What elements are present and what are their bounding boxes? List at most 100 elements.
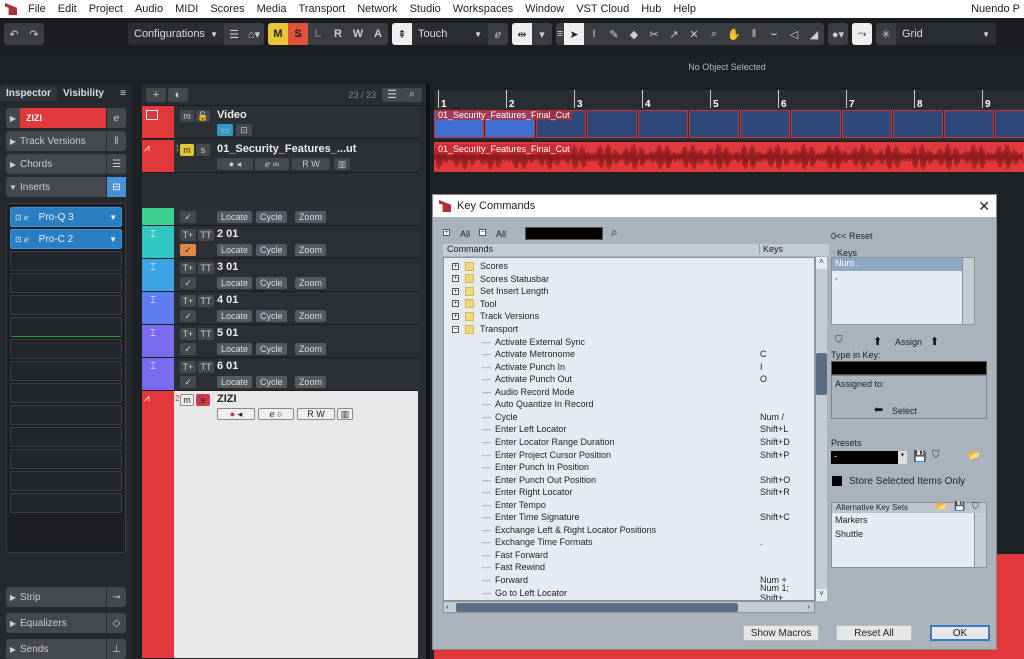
menu-project[interactable]: Project (83, 3, 129, 15)
expand-icon[interactable]: + (452, 300, 459, 308)
scroll-down-icon[interactable]: ˅ (816, 589, 827, 601)
command-item[interactable]: — Activate External Sync (444, 335, 814, 348)
read-write-buttons[interactable]: R W (297, 408, 335, 420)
checkmark-icon[interactable]: ✓ (180, 343, 196, 355)
insert-slot-empty[interactable] (10, 251, 122, 271)
track-name[interactable]: 3 01 (217, 261, 238, 273)
snap-type-dropdown[interactable]: Grid ▼ (896, 23, 996, 45)
save-icon[interactable]: 💾 (913, 450, 927, 463)
track-video[interactable]: m 🔓 Video ▭ ⊡ (142, 106, 418, 139)
section-sends[interactable]: ▶ Sends ⊥ (6, 639, 126, 659)
command-item[interactable]: — Enter Time Signature Shift+C (444, 511, 814, 524)
command-item[interactable]: — Forward Num + (444, 574, 814, 587)
add-marker-icon[interactable]: T+ (180, 361, 196, 373)
object-selection-tool-icon[interactable]: ➤ (564, 23, 584, 45)
line-tool-icon[interactable]: ⌣ (764, 23, 784, 45)
command-folder[interactable]: − Transport (444, 323, 814, 336)
section-inserts[interactable]: ▼ Inserts ⊟ (6, 177, 126, 197)
menu-icon[interactable]: ≡ (120, 88, 126, 99)
draw-tool-icon[interactable]: ✎ (604, 23, 624, 45)
command-item[interactable]: — Exchange Time Formats. (444, 536, 814, 549)
menu-edit[interactable]: Edit (52, 3, 83, 15)
zoom-button[interactable]: Zoom (295, 376, 327, 388)
undo-icon[interactable]: ↶ (4, 23, 24, 45)
scroll-left-icon[interactable]: ‹ (446, 602, 449, 611)
track-audio-1[interactable]: ⩘ 1 m s 01_Security_Features_...ut ● ◂ ℯ… (142, 140, 418, 173)
zoom-button[interactable]: Zoom (295, 244, 327, 256)
lock-icon[interactable]: 🔓 (196, 110, 210, 122)
comp-tool-icon[interactable]: ‖ (744, 23, 764, 45)
add-marker-icon[interactable]: T+ (180, 295, 196, 307)
insert-slot-empty[interactable] (10, 405, 122, 425)
add-marker-icon[interactable]: T+ (180, 262, 196, 274)
alt-key-set-item[interactable]: Shuttle (832, 527, 986, 541)
cycle-button[interactable]: Cycle (256, 211, 287, 223)
automation-mode-dropdown[interactable]: Touch ▼ (412, 23, 488, 45)
collapse-icon[interactable]: − (452, 325, 459, 333)
inspector-track-name[interactable]: ZIZI (20, 108, 106, 128)
zoom-button[interactable]: Zoom (295, 211, 327, 223)
show-macros-button[interactable]: Show Macros (743, 625, 819, 641)
track-zizi[interactable]: ⩘ 2 m s ZIZI ● ◂ ℯ ○ R W ▥ (142, 390, 418, 659)
track-name[interactable]: 5 01 (217, 327, 238, 339)
close-icon[interactable]: ✕ (978, 198, 990, 215)
section-track-versions[interactable]: ▶ Track Versions ‖ (6, 131, 126, 151)
open-folder-icon[interactable]: 📂 (968, 450, 980, 461)
checkmark-icon[interactable]: ✓ (180, 310, 196, 322)
search-input[interactable] (525, 227, 603, 240)
add-track-icon[interactable]: + (146, 87, 166, 102)
locate-button[interactable]: Locate (217, 211, 253, 223)
add-marker-icon[interactable]: T+ (180, 328, 196, 340)
commands-hscroll[interactable]: ‹ › (443, 601, 815, 613)
menu-hub[interactable]: Hub (635, 3, 667, 15)
insert-slot-empty[interactable] (10, 295, 122, 315)
menu-window[interactable]: Window (519, 3, 570, 15)
audio-clip-name[interactable]: 01_Security_Features_Final_Cut (436, 144, 572, 154)
insert-slot-empty[interactable] (10, 361, 122, 381)
hand-tool-icon[interactable]: ✋ (724, 23, 744, 45)
add-cycle-marker-icon[interactable]: TT (198, 229, 214, 241)
track-marker[interactable]: ⌶ T+ TT 6 01 ✓ Locate Cycle Zoom (142, 358, 418, 391)
store-selected-checkbox[interactable] (832, 476, 842, 486)
lanes-icon[interactable]: ▥ (334, 158, 350, 170)
add-cycle-marker-icon[interactable]: TT (198, 262, 214, 274)
reset-button[interactable]: 0<< Reset (831, 231, 873, 241)
menu-file[interactable]: File (22, 3, 52, 15)
open-folder-icon[interactable]: 📂 (936, 501, 947, 512)
command-folder[interactable]: + Set Insert Length (444, 285, 814, 298)
locate-button[interactable]: Locate (217, 277, 253, 289)
mute-state-button[interactable]: M (268, 23, 288, 45)
menu-workspaces[interactable]: Workspaces (447, 3, 519, 15)
mute-button[interactable]: m (180, 394, 194, 406)
write-state-button[interactable]: W (348, 23, 368, 45)
record-monitor-buttons[interactable]: ● ◂ (217, 158, 253, 170)
insert-slot-empty[interactable] (10, 471, 122, 491)
ok-button[interactable]: OK (930, 625, 990, 641)
power-icon[interactable]: ⊡ ℯ (15, 235, 29, 244)
insert-slot-1[interactable]: ⊡ ℯ Pro-Q 3 ▼ (10, 207, 122, 227)
expand-icon[interactable]: + (452, 275, 459, 283)
mute-tool-icon[interactable]: ✕ (684, 23, 704, 45)
select-button[interactable]: Select (892, 406, 917, 416)
keys-list[interactable]: Num . , (831, 257, 975, 325)
drag-mode-icon[interactable]: ⇹ (512, 23, 532, 45)
cycle-button[interactable]: Cycle (256, 376, 287, 388)
zoom-button[interactable]: Zoom (295, 310, 327, 322)
command-item[interactable]: — Fast Forward (444, 549, 814, 562)
command-item[interactable]: — Enter Punch In Position (444, 461, 814, 474)
commands-vscroll[interactable]: ˄ ˅ (815, 257, 827, 601)
cycle-button[interactable]: Cycle (256, 244, 287, 256)
cycle-button[interactable]: Cycle (256, 343, 287, 355)
thumbnails-icon[interactable]: ▭ (217, 124, 233, 136)
track-marker[interactable]: ⌶ T+ TT 4 01 ✓ Locate Cycle Zoom (142, 292, 418, 325)
expand-icon[interactable]: + (452, 287, 459, 295)
menu-media[interactable]: Media (251, 3, 293, 15)
zoom-button[interactable]: Zoom (295, 277, 327, 289)
assign-button[interactable]: Assign (895, 337, 922, 347)
track-name[interactable]: 01_Security_Features_...ut (217, 143, 356, 155)
command-item[interactable]: — Enter Project Cursor Position Shift+P (444, 448, 814, 461)
command-folder[interactable]: + Scores Statusbar (444, 273, 814, 286)
checkmark-icon[interactable]: ✓ (180, 277, 196, 289)
erase-tool-icon[interactable]: ◆ (624, 23, 644, 45)
arrow-up-icon[interactable]: ⬆ (873, 335, 882, 348)
